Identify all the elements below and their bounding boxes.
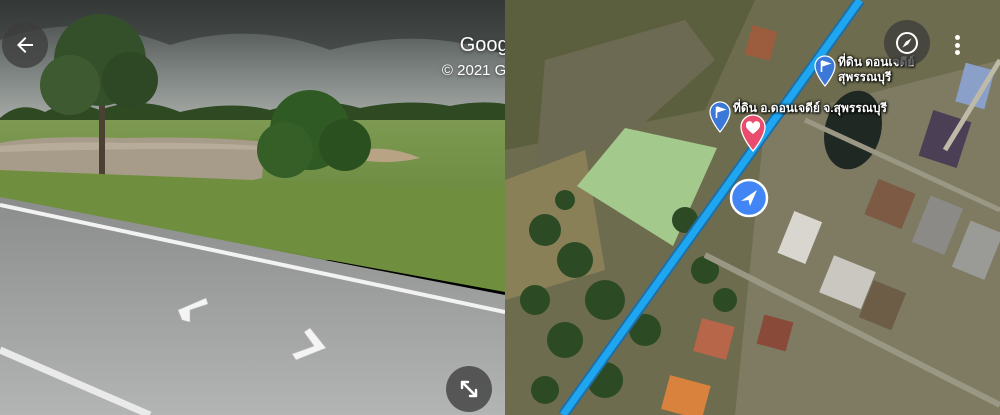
chevron-nav-icon <box>291 327 327 361</box>
arrow-left-icon <box>17 37 33 53</box>
heart-pin-icon <box>740 114 766 152</box>
back-button[interactable] <box>2 22 48 68</box>
blue-flag-pin-icon <box>814 55 836 87</box>
favorite-pin[interactable] <box>739 114 767 157</box>
place-pin[interactable] <box>708 101 732 138</box>
navigation-arrow-icon <box>729 178 769 218</box>
place-pin[interactable] <box>813 55 837 92</box>
street-nav-arrow-left[interactable] <box>176 296 210 329</box>
street-view-pane[interactable]: Google © 2021 Google <box>0 0 505 415</box>
compass-icon <box>896 32 918 54</box>
fullscreen-button[interactable] <box>446 366 492 412</box>
more-options-button[interactable] <box>945 30 969 60</box>
more-vert-icon <box>954 35 960 40</box>
blue-flag-pin-icon <box>709 101 731 133</box>
street-view-title: Google <box>459 34 505 56</box>
current-location-puck[interactable] <box>729 178 769 223</box>
chevron-nav-icon <box>177 297 209 323</box>
compass-button[interactable] <box>884 20 930 66</box>
map-pane[interactable]: ที่ดิน ดอนเจดีย์ สุพรรณบุรี ที่ดิน อ.ดอน… <box>505 0 1000 415</box>
street-view-copyright: © 2021 Google <box>441 62 505 79</box>
expand-diagonal-icon <box>460 380 478 398</box>
street-nav-arrow-right[interactable] <box>290 326 328 367</box>
